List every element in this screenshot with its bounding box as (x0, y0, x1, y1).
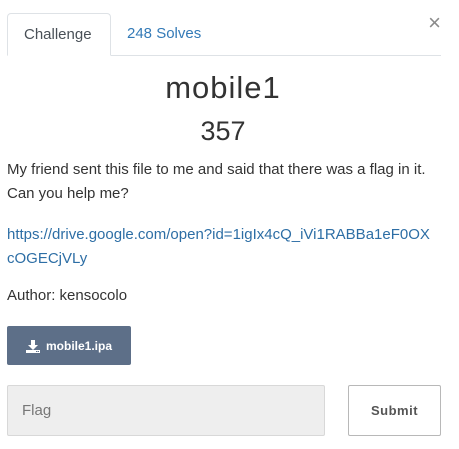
tab-bar: Challenge 248 Solves (7, 13, 441, 56)
challenge-title: mobile1 (165, 70, 281, 105)
download-file-label: mobile1.ipa (45, 338, 113, 353)
challenge-link[interactable]: https://drive.google.com/open?id=1igIx4c… (7, 223, 437, 271)
tab-challenge[interactable]: Challenge (7, 13, 111, 56)
challenge-author: Author: kensocolo (7, 287, 128, 304)
challenge-description: My friend sent this file to me and said … (7, 161, 426, 202)
tab-solves[interactable]: 248 Solves (111, 13, 217, 55)
flag-input[interactable] (7, 385, 325, 436)
challenge-points: 357 (200, 116, 246, 146)
download-file-button[interactable]: mobile1.ipa (7, 326, 131, 365)
submit-button[interactable]: Submit (348, 385, 441, 436)
challenge-modal: × Challenge 248 Solves mobile1 357 My fr… (0, 0, 459, 449)
download-icon (25, 339, 40, 353)
